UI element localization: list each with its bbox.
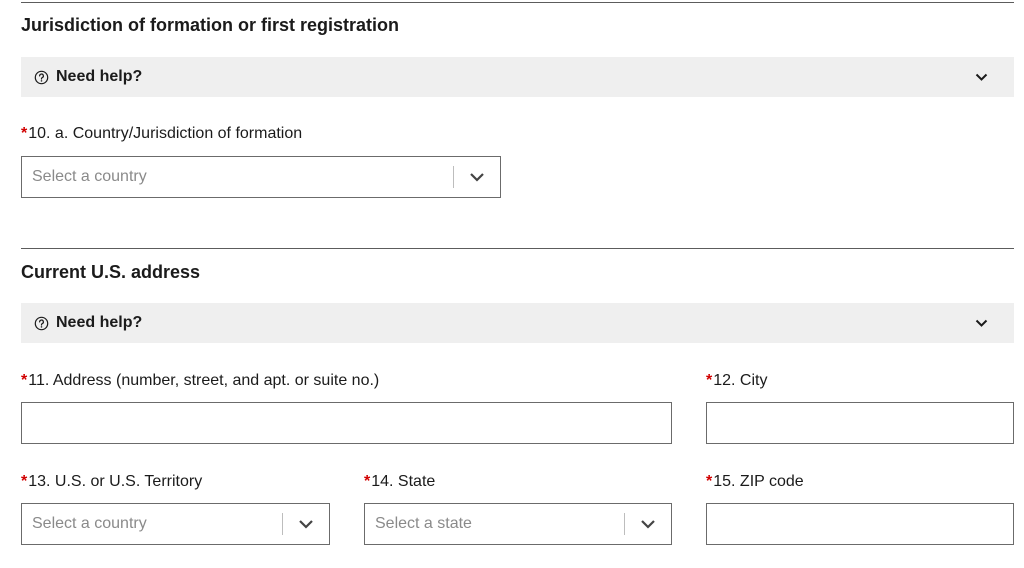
field-10-label: *10. a. Country/Jurisdiction of formatio… xyxy=(21,125,302,143)
question-circle-icon xyxy=(33,315,49,331)
field-11-label-text: 11. Address (number, street, and apt. or… xyxy=(28,372,380,389)
zip-code-input[interactable] xyxy=(706,503,1014,545)
field-15-label: *15. ZIP code xyxy=(706,473,804,491)
chevron-down-icon[interactable] xyxy=(625,519,671,529)
required-marker: * xyxy=(21,473,28,490)
section-title-jurisdiction: Jurisdiction of formation or first regis… xyxy=(21,15,400,35)
need-help-toggle-address[interactable]: Need help? xyxy=(21,303,1014,343)
required-marker: * xyxy=(21,125,28,142)
chevron-down-icon xyxy=(974,316,988,330)
chevron-down-icon[interactable] xyxy=(454,172,500,182)
need-help-label: Need help? xyxy=(56,314,143,331)
field-14-label-text: 14. State xyxy=(371,473,436,490)
section-title-us-address: Current U.S. address xyxy=(21,262,201,282)
field-15-label-text: 15. ZIP code xyxy=(713,473,804,490)
question-circle-icon xyxy=(33,69,49,85)
required-marker: * xyxy=(364,473,371,490)
field-10-label-text: 10. a. Country/Jurisdiction of formation xyxy=(28,125,303,142)
city-input[interactable] xyxy=(706,402,1014,444)
state-select[interactable]: Select a state xyxy=(364,503,672,545)
need-help-label: Need help? xyxy=(56,68,143,85)
field-14-label: *14. State xyxy=(364,473,435,491)
chevron-down-icon[interactable] xyxy=(283,519,329,529)
required-marker: * xyxy=(21,372,28,389)
field-13-label: *13. U.S. or U.S. Territory xyxy=(21,473,202,491)
chevron-down-icon xyxy=(974,70,988,84)
us-territory-select[interactable]: Select a country xyxy=(21,503,330,545)
select-placeholder: Select a state xyxy=(375,515,472,532)
required-marker: * xyxy=(706,473,713,490)
need-help-toggle-jurisdiction[interactable]: Need help? xyxy=(21,57,1014,97)
select-placeholder: Select a country xyxy=(32,168,147,185)
section-divider xyxy=(21,2,1014,3)
country-jurisdiction-select[interactable]: Select a country xyxy=(21,156,501,198)
field-11-label: *11. Address (number, street, and apt. o… xyxy=(21,372,379,390)
required-marker: * xyxy=(706,372,713,389)
select-placeholder: Select a country xyxy=(32,515,147,532)
section-divider xyxy=(21,248,1014,249)
field-12-label: *12. City xyxy=(706,372,767,390)
address-input[interactable] xyxy=(21,402,672,444)
field-12-label-text: 12. City xyxy=(713,372,768,389)
field-13-label-text: 13. U.S. or U.S. Territory xyxy=(28,473,203,490)
